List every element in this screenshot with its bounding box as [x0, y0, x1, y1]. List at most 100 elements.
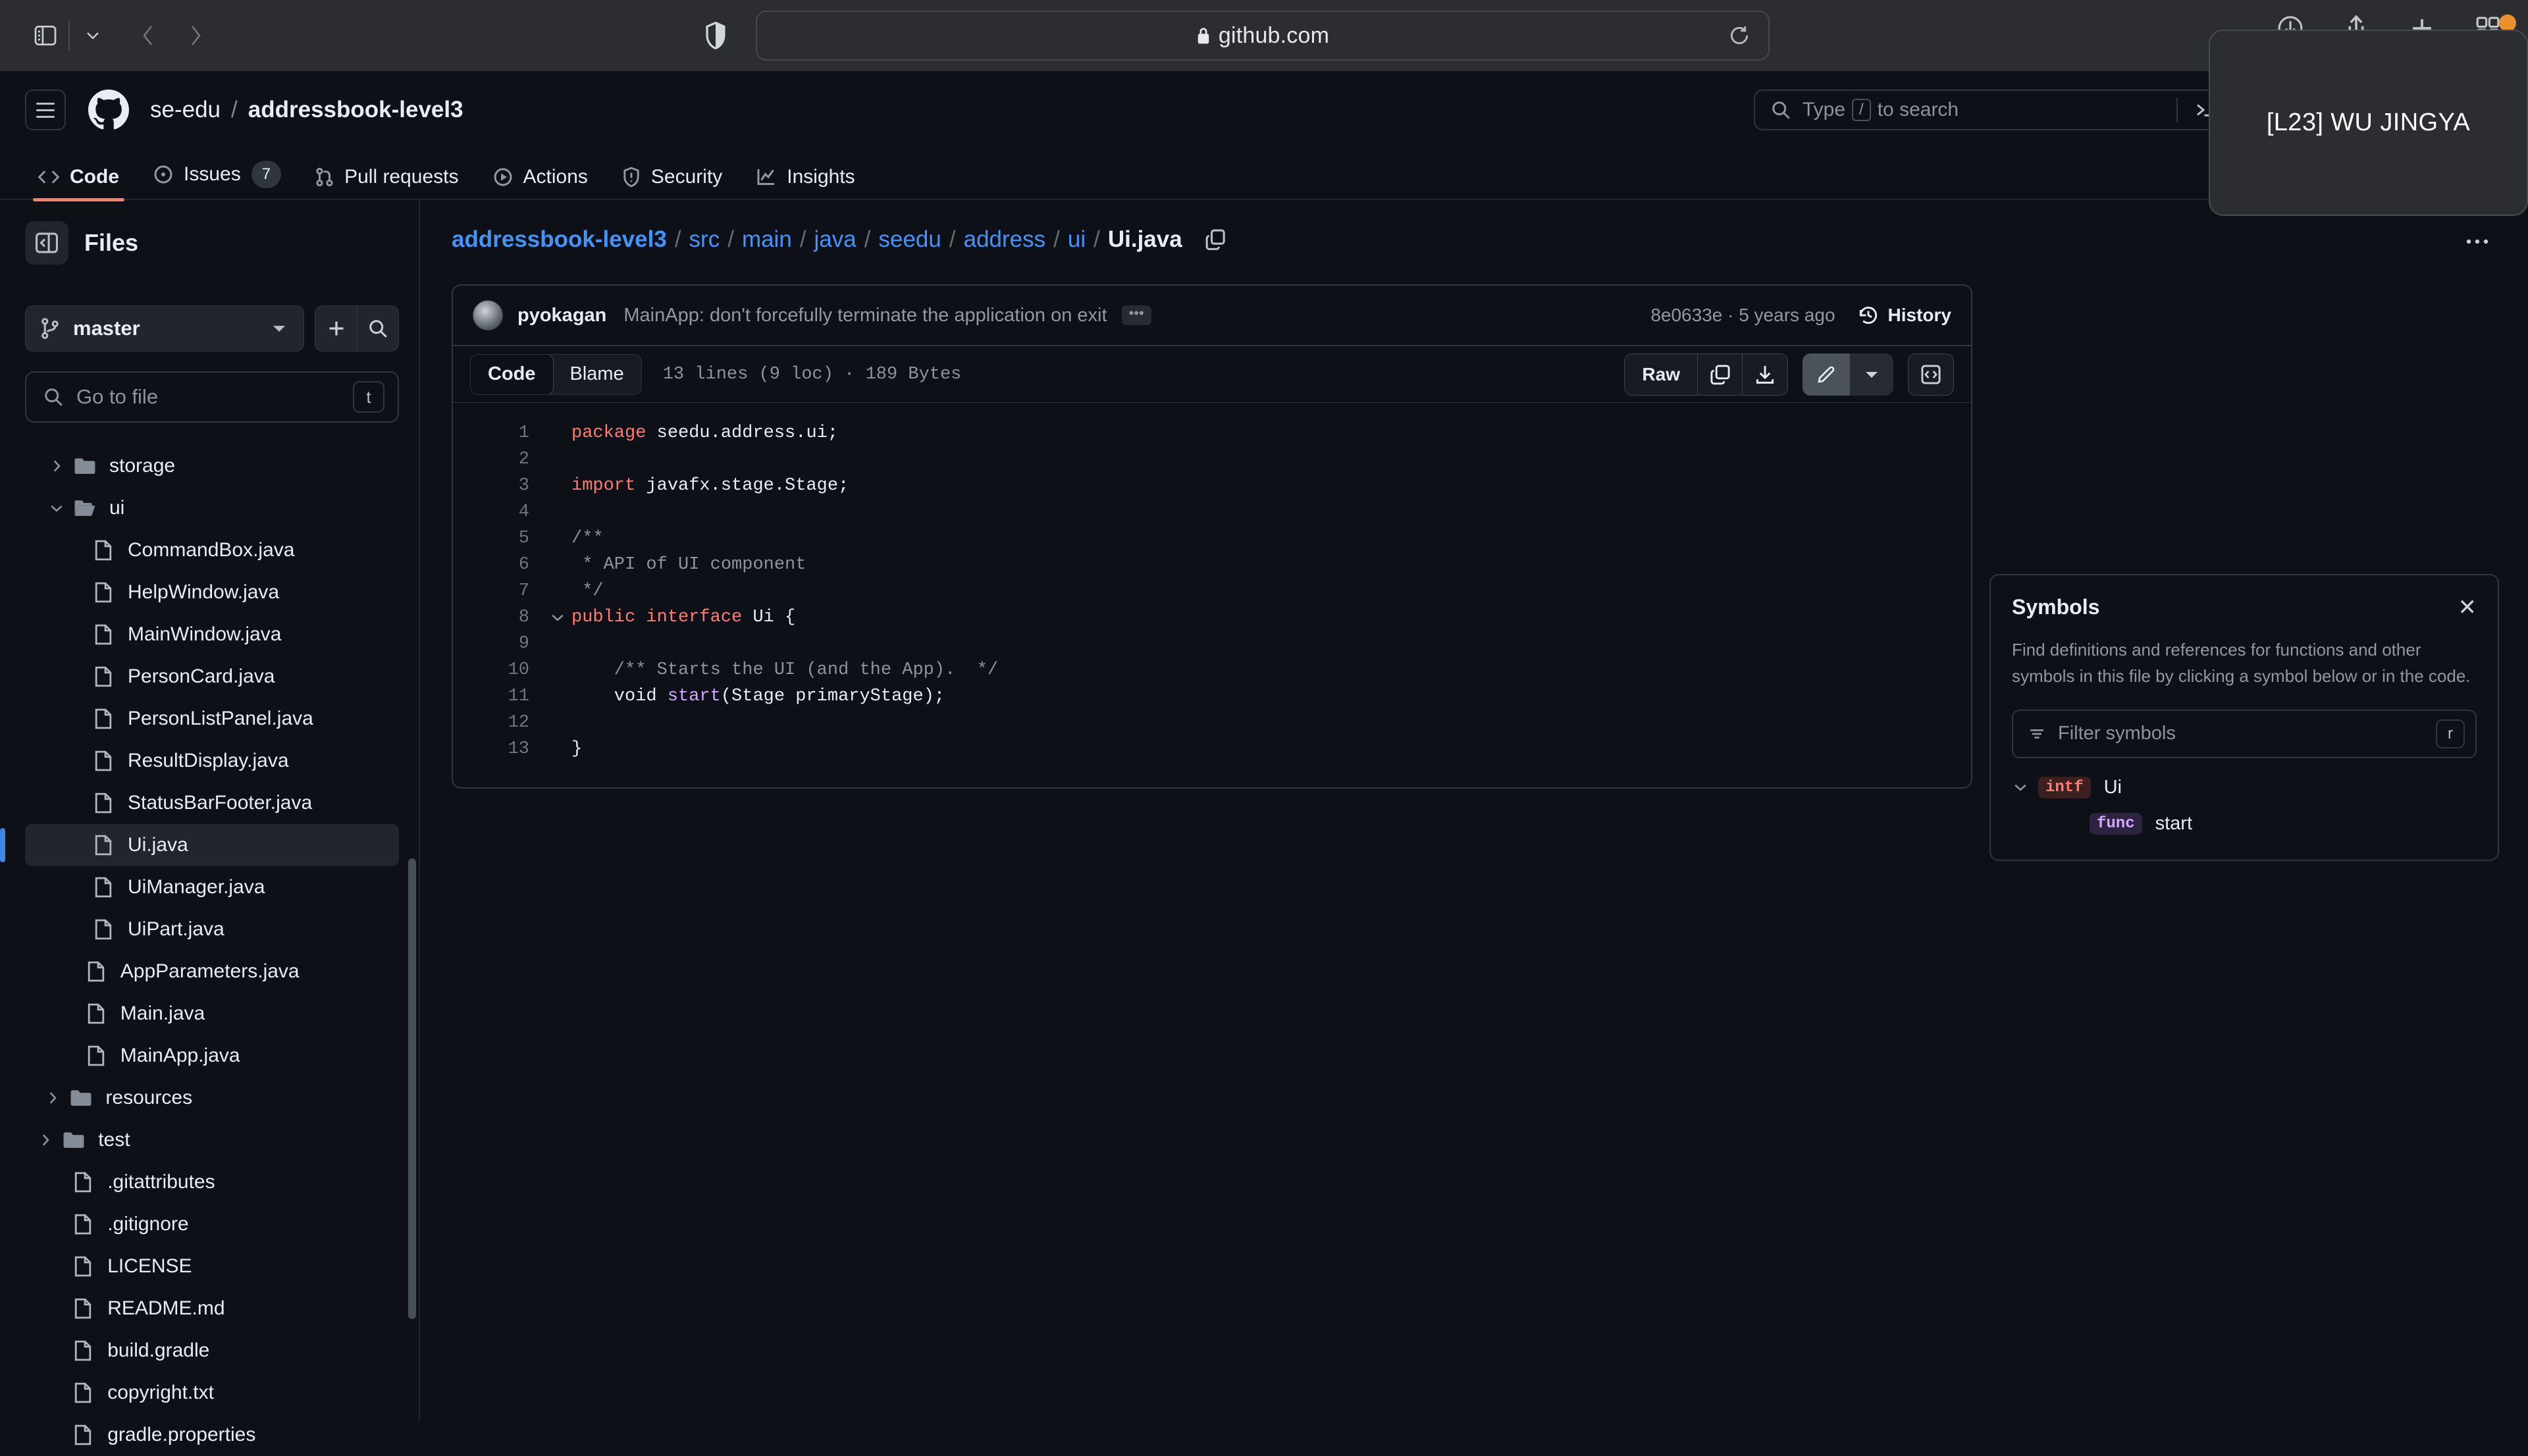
tree-item-storage[interactable]: storage — [25, 445, 399, 487]
breadcrumb-link-java[interactable]: java — [814, 226, 856, 253]
tree-item--gitattributes[interactable]: .gitattributes — [25, 1161, 399, 1203]
tab-security[interactable]: Security — [608, 166, 737, 200]
filter-symbols-input[interactable]: Filter symbols r — [2012, 710, 2477, 758]
line-number[interactable]: 1 — [453, 423, 544, 443]
raw-button[interactable]: Raw — [1625, 354, 1698, 395]
breadcrumb-link-addressbook-level3[interactable]: addressbook-level3 — [452, 226, 667, 253]
symbol-item-start[interactable]: funcstart — [2063, 813, 2477, 835]
hamburger-icon[interactable] — [25, 90, 66, 130]
fold-chevron-icon[interactable] — [544, 611, 571, 624]
tree-item-commandbox-java[interactable]: CommandBox.java — [25, 529, 399, 571]
address-bar[interactable]: github.com — [756, 11, 1770, 61]
tree-item-appparameters-java[interactable]: AppParameters.java — [25, 950, 399, 993]
code-brackets-icon[interactable] — [1908, 353, 1954, 396]
breadcrumb-link-ui[interactable]: ui — [1068, 226, 1086, 253]
commit-hash-and-age[interactable]: 8e0633e · 5 years ago — [1650, 305, 1835, 326]
breadcrumb-link-src[interactable]: src — [689, 226, 720, 253]
symbol-item-ui[interactable]: intfUi — [2012, 777, 2477, 798]
tab-code[interactable]: Code — [24, 166, 134, 200]
sidebar-toggle-icon[interactable] — [25, 15, 66, 56]
tab-issues[interactable]: Issues 7 — [139, 161, 296, 200]
tree-item-readme-md[interactable]: README.md — [25, 1287, 399, 1330]
tab-insights[interactable]: Insights — [742, 166, 869, 200]
repo-name-link[interactable]: addressbook-level3 — [248, 97, 463, 123]
tree-item-personlistpanel-java[interactable]: PersonListPanel.java — [25, 698, 399, 740]
tree-item-ui-java[interactable]: Ui.java — [25, 824, 399, 866]
tree-item-copyright-txt[interactable]: copyright.txt — [25, 1372, 399, 1414]
tree-item-test[interactable]: test — [25, 1119, 399, 1161]
tree-item-uipart-java[interactable]: UiPart.java — [25, 908, 399, 950]
line-number[interactable]: 4 — [453, 502, 544, 522]
tree-item-uimanager-java[interactable]: UiManager.java — [25, 866, 399, 908]
add-file-button[interactable] — [315, 305, 357, 351]
line-number[interactable]: 8 — [453, 608, 544, 627]
breadcrumb-link-seedu[interactable]: seedu — [879, 226, 941, 253]
tree-item-personcard-java[interactable]: PersonCard.java — [25, 656, 399, 698]
code-content[interactable]: 1package seedu.address.ui;23import javaf… — [452, 403, 1972, 789]
chevron-down-icon[interactable] — [2012, 781, 2038, 794]
line-number[interactable]: 6 — [453, 555, 544, 575]
shield-icon[interactable] — [704, 22, 727, 49]
history-button[interactable]: History — [1858, 305, 1951, 326]
line-number[interactable]: 12 — [453, 713, 544, 733]
copy-icon[interactable] — [1698, 354, 1743, 395]
tree-item-license[interactable]: LICENSE — [25, 1245, 399, 1287]
file-icon — [68, 1339, 98, 1362]
tree-item--gitignore[interactable]: .gitignore — [25, 1203, 399, 1245]
breadcrumb-link-address[interactable]: address — [964, 226, 1046, 253]
search-files-button[interactable] — [357, 305, 399, 351]
line-number[interactable]: 11 — [453, 687, 544, 706]
tree-item-resultdisplay-java[interactable]: ResultDisplay.java — [25, 740, 399, 782]
github-page: se-edu / addressbook-level3 Type / to se… — [0, 71, 2528, 1422]
github-mark-icon[interactable] — [88, 90, 129, 130]
branch-selector[interactable]: master — [25, 305, 304, 351]
tree-item-label: PersonListPanel.java — [128, 708, 313, 730]
tree-item-ui[interactable]: ui — [25, 487, 399, 529]
file-icon — [68, 1297, 98, 1320]
tree-item-mainwindow-java[interactable]: MainWindow.java — [25, 613, 399, 656]
line-number[interactable]: 7 — [453, 581, 544, 601]
download-icon[interactable] — [1743, 354, 1787, 395]
chevron-down-icon[interactable] — [72, 15, 113, 56]
search-input[interactable]: Type / to search — [1754, 90, 2228, 130]
tab-actions[interactable]: Actions — [479, 166, 602, 200]
pencil-icon[interactable] — [1803, 353, 1850, 396]
line-number[interactable]: 5 — [453, 529, 544, 548]
tree-item-main-java[interactable]: Main.java — [25, 993, 399, 1035]
tree-item-label: StatusBarFooter.java — [128, 792, 312, 814]
breadcrumb-link-main[interactable]: main — [742, 226, 792, 253]
url-text: github.com — [1219, 23, 1329, 49]
tree-item-build-gradle[interactable]: build.gradle — [25, 1330, 399, 1372]
line-number[interactable]: 9 — [453, 634, 544, 654]
commit-author[interactable]: pyokagan — [517, 305, 606, 326]
tree-item-resources[interactable]: resources — [25, 1077, 399, 1119]
commit-message[interactable]: MainApp: don't forcefully terminate the … — [623, 305, 1107, 326]
chevron-right-icon[interactable] — [175, 15, 216, 56]
tree-item-mainapp-java[interactable]: MainApp.java — [25, 1035, 399, 1077]
tab-code-view[interactable]: Code — [470, 354, 554, 395]
reload-icon[interactable] — [1725, 21, 1754, 50]
copy-path-icon[interactable] — [1205, 228, 1226, 251]
ellipsis-icon[interactable]: ••• — [1122, 305, 1151, 325]
tree-item-gradle-properties[interactable]: gradle.properties — [25, 1414, 399, 1456]
line-number[interactable]: 2 — [453, 450, 544, 469]
code-text: void start(Stage primaryStage); — [571, 687, 945, 706]
close-icon[interactable]: ✕ — [2458, 596, 2477, 619]
line-number[interactable]: 13 — [453, 739, 544, 759]
sidebar-header: Files — [25, 221, 399, 265]
tab-pull-requests[interactable]: Pull requests — [301, 166, 473, 200]
line-number[interactable]: 3 — [453, 476, 544, 496]
repo-owner-link[interactable]: se-edu — [150, 97, 221, 123]
tree-item-helpwindow-java[interactable]: HelpWindow.java — [25, 571, 399, 613]
kebab-horizontal-icon[interactable] — [2456, 220, 2499, 263]
chevron-down-icon[interactable] — [1850, 353, 1893, 396]
sidebar-collapse-icon[interactable] — [25, 221, 68, 265]
tree-item-statusbarfooter-java[interactable]: StatusBarFooter.java — [25, 782, 399, 824]
go-to-file-input[interactable]: Go to file t — [25, 371, 399, 423]
sidebar-scrollbar[interactable] — [408, 858, 416, 1319]
tab-blame-view[interactable]: Blame — [553, 355, 641, 394]
file-icon — [88, 792, 118, 814]
overlay-popup[interactable]: [L23] WU JINGYA — [2209, 30, 2528, 216]
chevron-left-icon[interactable] — [128, 15, 169, 56]
line-number[interactable]: 10 — [453, 660, 544, 680]
